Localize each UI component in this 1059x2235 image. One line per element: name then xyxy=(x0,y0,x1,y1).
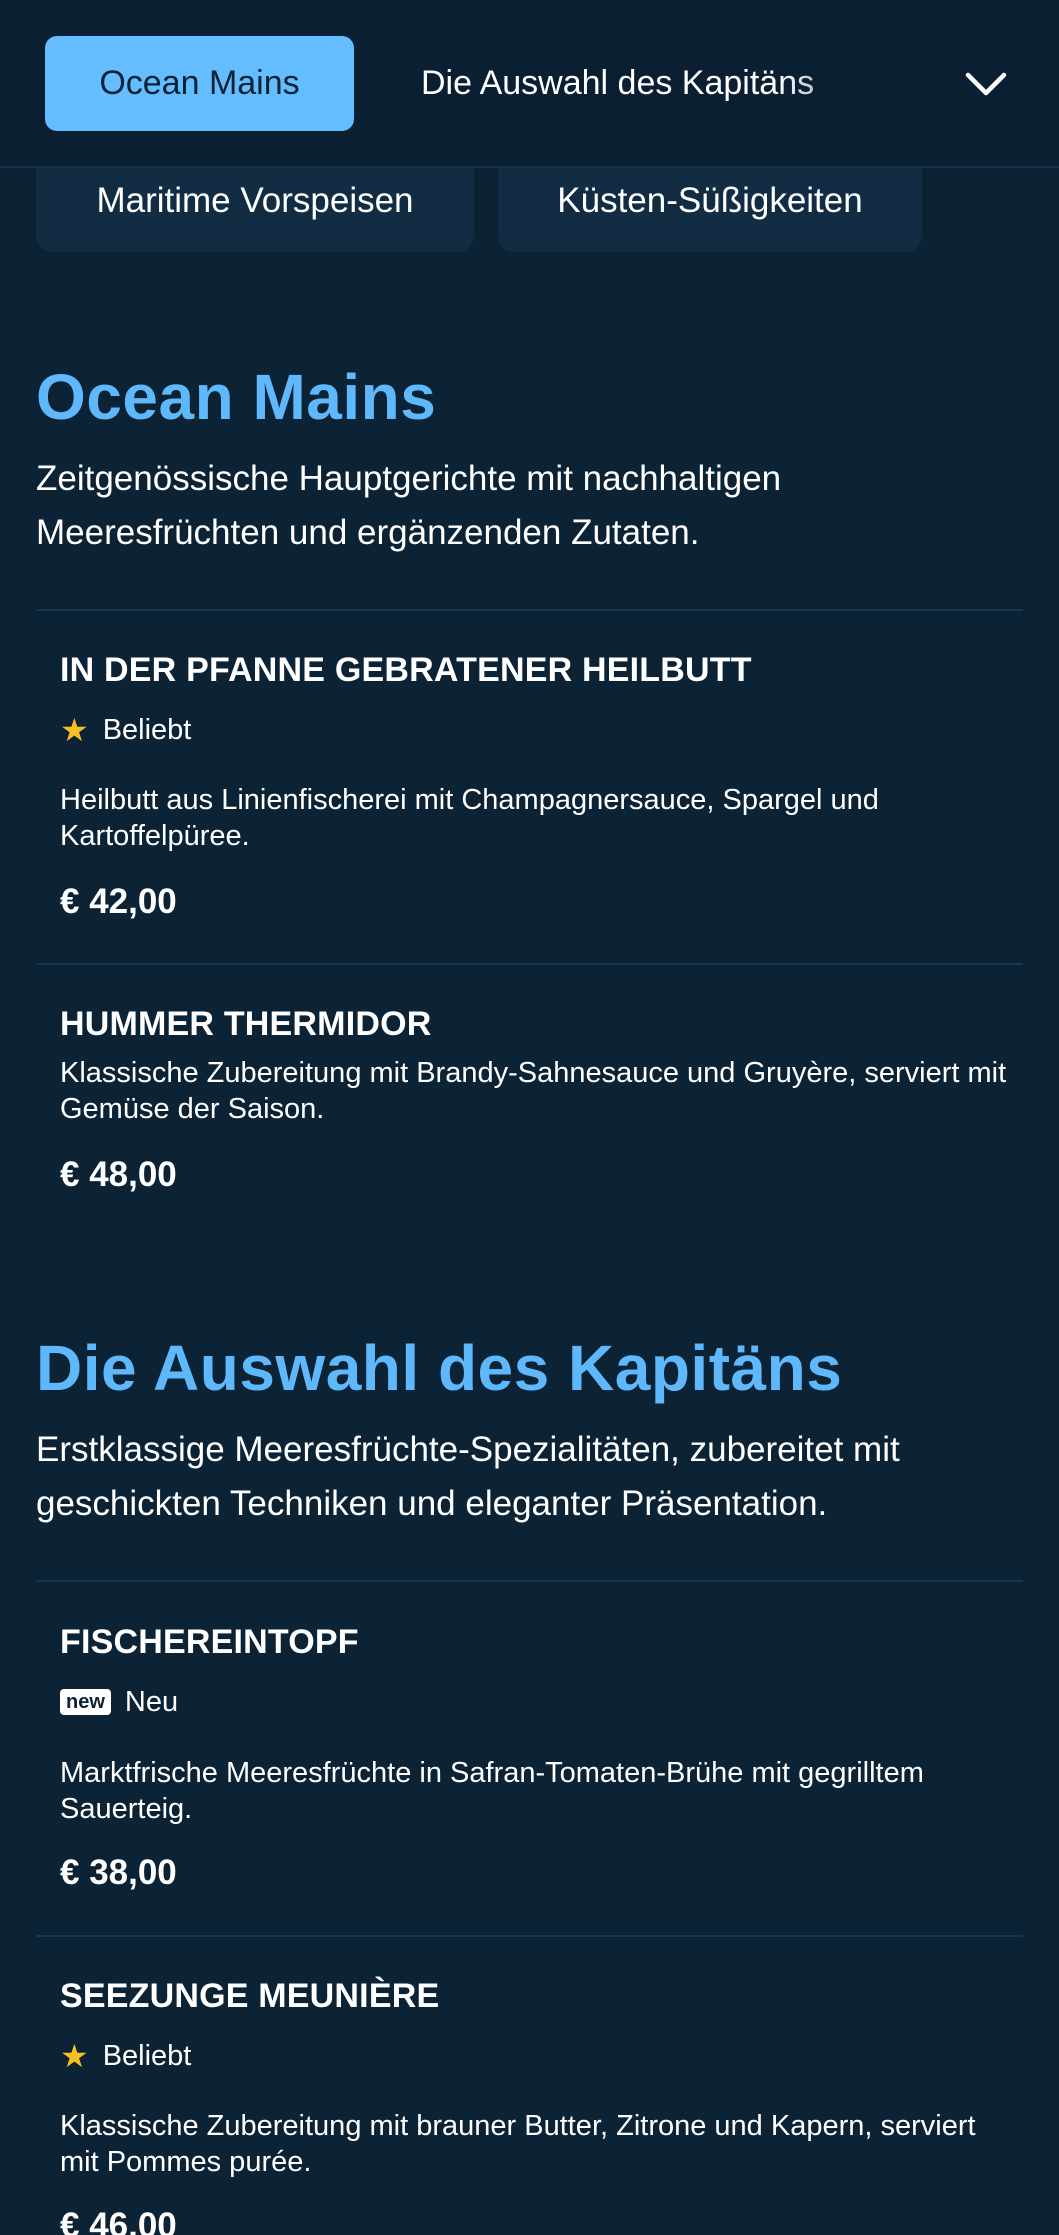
menu-item-price: € 42,00 xyxy=(60,882,177,921)
menu-item-name: HUMMER THERMIDOR xyxy=(60,1005,432,1043)
menu-item-price: € 38,00 xyxy=(60,1853,177,1892)
divider xyxy=(36,609,1023,611)
popular-badge: ★ Beliebt xyxy=(60,712,191,748)
menu-item-name: IN DER PFANNE GEBRATENER HEILBUTT xyxy=(60,651,752,689)
tab-ocean-mains[interactable]: Ocean Mains xyxy=(45,36,354,131)
badge-label: Beliebt xyxy=(102,713,192,746)
new-tag-icon: new xyxy=(60,1689,111,1715)
section-description: Zeitgenössische Hauptgerichte mit nachha… xyxy=(36,459,782,552)
menu-item-description: Heilbutt aus Linienfischerei mit Champag… xyxy=(60,784,879,852)
star-icon: ★ xyxy=(60,2038,89,2074)
chevron-down-icon[interactable] xyxy=(960,58,1012,110)
section-title: Ocean Mains xyxy=(36,361,437,433)
section-title: Die Auswahl des Kapitäns xyxy=(36,1332,843,1404)
badge-label: Beliebt xyxy=(102,2039,192,2072)
divider xyxy=(36,1935,1023,1937)
divider xyxy=(36,1580,1023,1582)
category-nav: Ocean Mains Die Auswahl des Kapitäns xyxy=(0,0,1059,168)
tab-captains-choice[interactable]: Die Auswahl des Kapitäns xyxy=(421,36,881,131)
menu-item-description: Klassische Zubereitung mit brauner Butte… xyxy=(60,2110,976,2178)
menu-item-price: € 46,00 xyxy=(60,2206,177,2235)
section-description: Erstklassige Meeresfrüchte-Spezialitäten… xyxy=(36,1430,900,1523)
menu-item-name: FISCHEREINTOPF xyxy=(60,1623,359,1661)
menu-item-price: € 48,00 xyxy=(60,1155,177,1194)
new-badge: new Neu xyxy=(60,1684,178,1720)
menu-item-description: Marktfrische Meeresfrüchte in Safran-Tom… xyxy=(60,1757,924,1825)
popular-badge: ★ Beliebt xyxy=(60,2038,191,2074)
star-icon: ★ xyxy=(60,712,89,748)
badge-label: Neu xyxy=(124,1685,179,1718)
menu-item-name: SEEZUNGE MEUNIÈRE xyxy=(60,1977,440,2015)
menu-item-description: Klassische Zubereitung mit Brandy-Sahnes… xyxy=(60,1057,1007,1125)
divider xyxy=(36,963,1023,965)
